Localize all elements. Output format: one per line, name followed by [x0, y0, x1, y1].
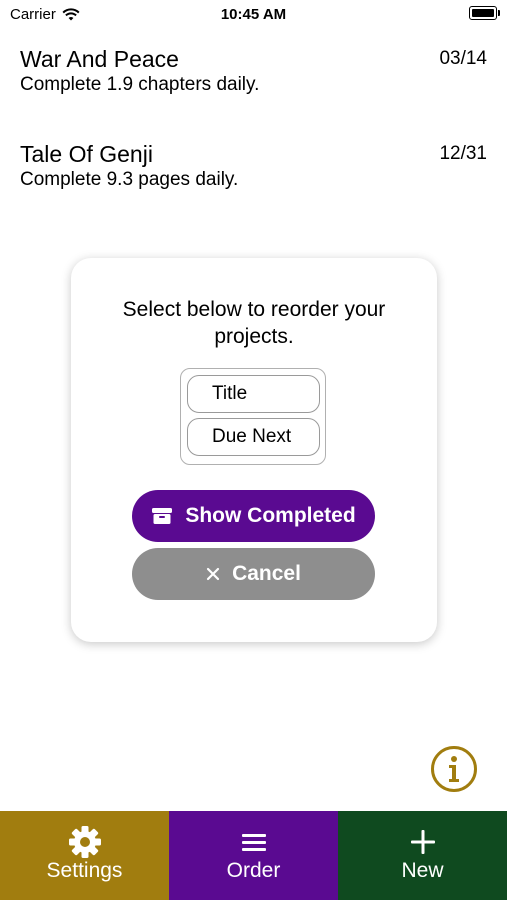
project-goal: Complete 1.9 chapters daily. [20, 74, 260, 95]
tab-settings-label: Settings [46, 859, 123, 882]
tab-new-label: New [401, 859, 444, 882]
project-row[interactable]: Tale Of Genji Complete 9.3 pages daily. … [20, 140, 487, 192]
show-completed-button[interactable]: Show Completed [132, 490, 375, 542]
project-due-date: 12/31 [439, 143, 487, 164]
project-row[interactable]: War And Peace Complete 1.9 chapters dail… [20, 45, 487, 97]
project-title: Tale Of Genji [20, 141, 153, 167]
list-icon [241, 834, 266, 851]
plus-icon [410, 830, 435, 854]
cancel-button[interactable]: Cancel [132, 548, 375, 600]
archive-box-icon [152, 508, 173, 524]
sort-option-due-next[interactable]: Due Next [187, 418, 320, 456]
project-title: War And Peace [20, 46, 179, 72]
info-button[interactable] [431, 746, 477, 792]
gear-icon [68, 826, 101, 858]
tab-bar: Settings Order New [0, 811, 507, 900]
battery-icon [469, 6, 500, 20]
reorder-message: Select below to reorder your projects. [122, 298, 386, 348]
tab-order[interactable]: Order [169, 811, 338, 900]
project-due-date: 03/14 [439, 48, 487, 69]
tab-new[interactable]: New [338, 811, 507, 900]
cancel-label: Cancel [232, 562, 301, 585]
info-icon [449, 756, 459, 782]
show-completed-label: Show Completed [185, 504, 356, 527]
tab-order-label: Order [226, 859, 281, 882]
sort-picker: Title Due Next [180, 368, 326, 465]
project-goal: Complete 9.3 pages daily. [20, 169, 239, 190]
status-time: 10:45 AM [220, 6, 287, 23]
sort-option-title[interactable]: Title [187, 375, 320, 413]
reorder-dialog: Select below to reorder your projects. T… [71, 258, 437, 642]
status-bar: Carrier 10:45 AM [0, 0, 507, 28]
tab-settings[interactable]: Settings [0, 811, 169, 900]
close-icon [206, 567, 220, 581]
